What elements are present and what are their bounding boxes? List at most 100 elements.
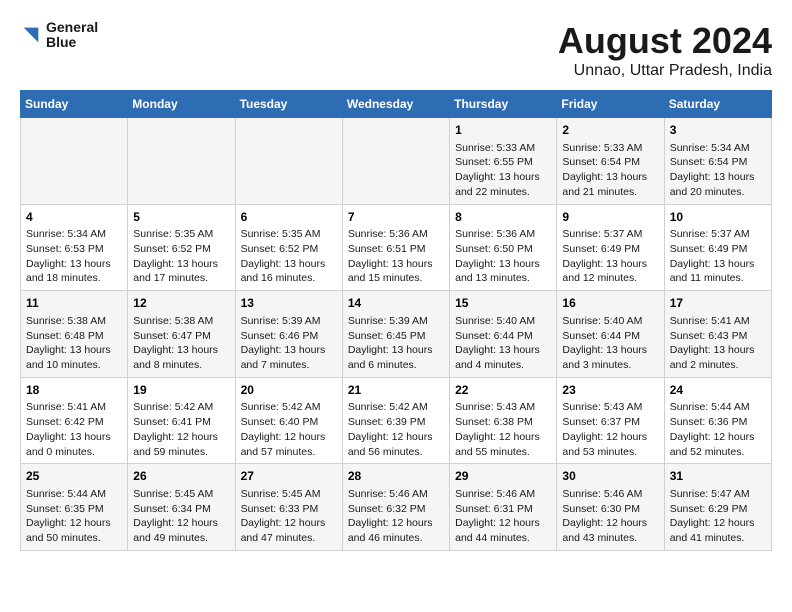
cell-info: Daylight: 12 hours xyxy=(670,516,766,531)
weekday-header-saturday: Saturday xyxy=(664,91,771,118)
calendar-cell: 17Sunrise: 5:41 AMSunset: 6:43 PMDayligh… xyxy=(664,291,771,378)
calendar-cell: 30Sunrise: 5:46 AMSunset: 6:30 PMDayligh… xyxy=(557,464,664,551)
weekday-header-monday: Monday xyxy=(128,91,235,118)
calendar-cell: 22Sunrise: 5:43 AMSunset: 6:38 PMDayligh… xyxy=(450,377,557,464)
weekday-header-sunday: Sunday xyxy=(21,91,128,118)
logo-line2: Blue xyxy=(46,35,98,50)
day-number: 17 xyxy=(670,295,766,312)
cell-info: Daylight: 13 hours xyxy=(26,343,122,358)
cell-info: Sunrise: 5:33 AM xyxy=(562,141,658,156)
cell-info: and 13 minutes. xyxy=(455,271,551,286)
day-number: 18 xyxy=(26,382,122,399)
cell-info: Sunrise: 5:39 AM xyxy=(241,314,337,329)
cell-info: Daylight: 13 hours xyxy=(241,257,337,272)
cell-info: Sunrise: 5:34 AM xyxy=(26,227,122,242)
week-row-3: 11Sunrise: 5:38 AMSunset: 6:48 PMDayligh… xyxy=(21,291,772,378)
cell-info: Sunset: 6:43 PM xyxy=(670,329,766,344)
calendar-cell: 23Sunrise: 5:43 AMSunset: 6:37 PMDayligh… xyxy=(557,377,664,464)
cell-info: Sunset: 6:33 PM xyxy=(241,502,337,517)
cell-info: Sunrise: 5:38 AM xyxy=(133,314,229,329)
cell-info: and 16 minutes. xyxy=(241,271,337,286)
day-number: 30 xyxy=(562,468,658,485)
cell-info: Sunset: 6:54 PM xyxy=(562,155,658,170)
calendar-cell: 4Sunrise: 5:34 AMSunset: 6:53 PMDaylight… xyxy=(21,204,128,291)
cell-info: Sunset: 6:31 PM xyxy=(455,502,551,517)
week-row-5: 25Sunrise: 5:44 AMSunset: 6:35 PMDayligh… xyxy=(21,464,772,551)
day-number: 28 xyxy=(348,468,444,485)
cell-info: and 50 minutes. xyxy=(26,531,122,546)
cell-info: Sunset: 6:47 PM xyxy=(133,329,229,344)
calendar-cell: 31Sunrise: 5:47 AMSunset: 6:29 PMDayligh… xyxy=(664,464,771,551)
cell-info: Daylight: 12 hours xyxy=(26,516,122,531)
day-number: 21 xyxy=(348,382,444,399)
day-number: 6 xyxy=(241,209,337,226)
cell-info: Sunset: 6:40 PM xyxy=(241,415,337,430)
cell-info: and 11 minutes. xyxy=(670,271,766,286)
cell-info: Daylight: 13 hours xyxy=(455,170,551,185)
cell-info: Daylight: 12 hours xyxy=(241,516,337,531)
cell-info: Sunset: 6:36 PM xyxy=(670,415,766,430)
cell-info: Daylight: 13 hours xyxy=(133,343,229,358)
cell-info: Sunset: 6:32 PM xyxy=(348,502,444,517)
cell-info: Daylight: 13 hours xyxy=(26,257,122,272)
cell-info: and 55 minutes. xyxy=(455,445,551,460)
cell-info: and 41 minutes. xyxy=(670,531,766,546)
cell-info: Sunrise: 5:33 AM xyxy=(455,141,551,156)
cell-info: Sunrise: 5:37 AM xyxy=(670,227,766,242)
day-number: 3 xyxy=(670,122,766,139)
title-area: August 2024 Unnao, Uttar Pradesh, India xyxy=(558,20,772,80)
calendar-cell: 29Sunrise: 5:46 AMSunset: 6:31 PMDayligh… xyxy=(450,464,557,551)
week-row-1: 1Sunrise: 5:33 AMSunset: 6:55 PMDaylight… xyxy=(21,118,772,205)
cell-info: Sunset: 6:53 PM xyxy=(26,242,122,257)
day-number: 8 xyxy=(455,209,551,226)
calendar-cell: 8Sunrise: 5:36 AMSunset: 6:50 PMDaylight… xyxy=(450,204,557,291)
cell-info: and 20 minutes. xyxy=(670,185,766,200)
cell-info: Daylight: 12 hours xyxy=(241,430,337,445)
calendar-cell: 13Sunrise: 5:39 AMSunset: 6:46 PMDayligh… xyxy=(235,291,342,378)
calendar-cell xyxy=(128,118,235,205)
cell-info: and 22 minutes. xyxy=(455,185,551,200)
cell-info: Sunrise: 5:36 AM xyxy=(455,227,551,242)
calendar-cell: 19Sunrise: 5:42 AMSunset: 6:41 PMDayligh… xyxy=(128,377,235,464)
cell-info: Sunrise: 5:44 AM xyxy=(26,487,122,502)
cell-info: Sunrise: 5:35 AM xyxy=(133,227,229,242)
cell-info: and 59 minutes. xyxy=(133,445,229,460)
cell-info: and 7 minutes. xyxy=(241,358,337,373)
cell-info: Sunrise: 5:45 AM xyxy=(133,487,229,502)
cell-info: and 57 minutes. xyxy=(241,445,337,460)
day-number: 19 xyxy=(133,382,229,399)
cell-info: Sunrise: 5:40 AM xyxy=(455,314,551,329)
calendar-cell: 3Sunrise: 5:34 AMSunset: 6:54 PMDaylight… xyxy=(664,118,771,205)
cell-info: and 18 minutes. xyxy=(26,271,122,286)
cell-info: Sunrise: 5:44 AM xyxy=(670,400,766,415)
cell-info: Sunrise: 5:42 AM xyxy=(133,400,229,415)
cell-info: Sunrise: 5:37 AM xyxy=(562,227,658,242)
cell-info: Sunrise: 5:43 AM xyxy=(455,400,551,415)
cell-info: Sunset: 6:41 PM xyxy=(133,415,229,430)
day-number: 27 xyxy=(241,468,337,485)
cell-info: Sunset: 6:44 PM xyxy=(562,329,658,344)
cell-info: and 3 minutes. xyxy=(562,358,658,373)
header: General Blue August 2024 Unnao, Uttar Pr… xyxy=(20,20,772,80)
day-number: 23 xyxy=(562,382,658,399)
calendar-cell: 11Sunrise: 5:38 AMSunset: 6:48 PMDayligh… xyxy=(21,291,128,378)
cell-info: Sunset: 6:37 PM xyxy=(562,415,658,430)
day-number: 25 xyxy=(26,468,122,485)
calendar-cell xyxy=(21,118,128,205)
day-number: 12 xyxy=(133,295,229,312)
cell-info: Daylight: 13 hours xyxy=(455,343,551,358)
cell-info: Sunset: 6:45 PM xyxy=(348,329,444,344)
cell-info: Sunset: 6:38 PM xyxy=(455,415,551,430)
cell-info: and 15 minutes. xyxy=(348,271,444,286)
cell-info: Sunset: 6:50 PM xyxy=(455,242,551,257)
cell-info: and 56 minutes. xyxy=(348,445,444,460)
cell-info: Sunrise: 5:46 AM xyxy=(348,487,444,502)
cell-info: Sunset: 6:44 PM xyxy=(455,329,551,344)
cell-info: Sunset: 6:52 PM xyxy=(241,242,337,257)
cell-info: Sunset: 6:48 PM xyxy=(26,329,122,344)
cell-info: Daylight: 12 hours xyxy=(133,516,229,531)
cell-info: Daylight: 12 hours xyxy=(133,430,229,445)
cell-info: Sunrise: 5:38 AM xyxy=(26,314,122,329)
calendar-cell: 1Sunrise: 5:33 AMSunset: 6:55 PMDaylight… xyxy=(450,118,557,205)
calendar-cell: 18Sunrise: 5:41 AMSunset: 6:42 PMDayligh… xyxy=(21,377,128,464)
